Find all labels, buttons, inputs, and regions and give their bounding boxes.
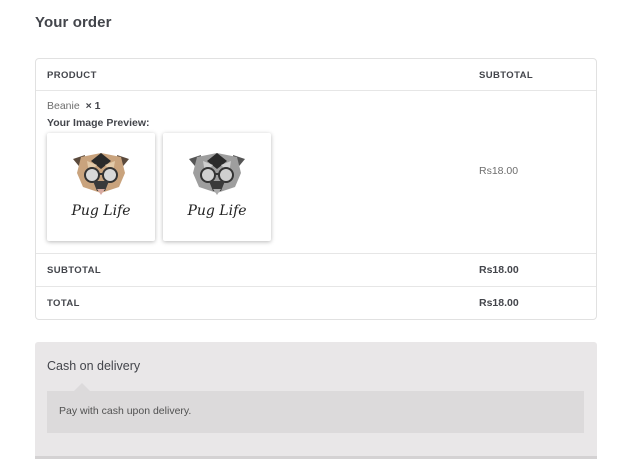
total-value: Rs18.00 [479,297,519,309]
column-header-product: PRODUCT [47,70,97,81]
order-total-row: TOTAL Rs18.00 [36,287,596,320]
image-preview-thumbnail[interactable]: Pug Life [47,133,155,241]
subtotal-label: SUBTOTAL [47,265,102,276]
item-name: Beanie [47,100,80,112]
pug-life-caption: Pug Life [70,203,130,219]
payment-method-cod[interactable]: Cash on delivery [47,359,140,373]
image-preview-label: Your Image Preview: [47,117,150,129]
cart-subtotal-row: SUBTOTAL Rs18.00 [36,254,596,287]
payment-description-box: Pay with cash upon delivery. [47,383,584,433]
payment-description: Pay with cash upon delivery. [59,405,192,417]
item-subtotal: Rs18.00 [479,165,519,177]
pug-life-grayscale-image: Pug Life [186,153,247,219]
table-header-row: PRODUCT SUBTOTAL [36,59,596,91]
order-heading: Your order [35,14,112,31]
pug-life-color-image: Pug Life [70,153,131,219]
pug-life-caption: Pug Life [186,203,246,219]
column-header-subtotal: SUBTOTAL [479,70,534,81]
cart-item-row: Beanie × 1 Your Image Preview: Pug Life … [36,91,596,254]
payment-methods-panel: Cash on delivery Pay with cash upon deli… [35,342,597,459]
subtotal-value: Rs18.00 [479,264,519,276]
item-name-line: Beanie × 1 [47,100,101,112]
order-review-table: PRODUCT SUBTOTAL Beanie × 1 Your Image P… [35,58,597,320]
total-label: TOTAL [47,298,80,309]
item-quantity: × 1 [85,100,101,112]
image-preview-thumbnail[interactable]: Pug Life [163,133,271,241]
